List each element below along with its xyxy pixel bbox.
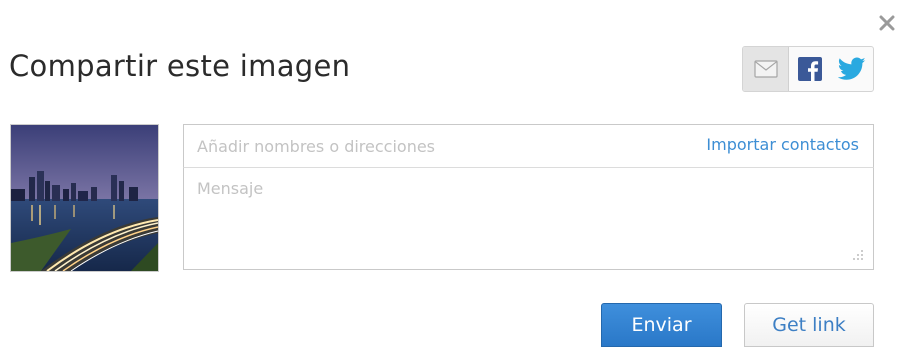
recipients-field: Importar contactos: [183, 124, 874, 168]
share-method-tabs: [742, 46, 874, 92]
dialog-title: Compartir este imagen: [9, 49, 351, 83]
envelope-icon: [753, 60, 778, 78]
close-icon[interactable]: [878, 14, 896, 32]
send-button[interactable]: Enviar: [601, 303, 722, 347]
resize-handle-icon[interactable]: [852, 249, 864, 261]
recipients-input[interactable]: [184, 125, 664, 167]
message-field: [183, 167, 874, 270]
share-dialog: Compartir este imagen Añadir nombres o d…: [0, 0, 899, 347]
get-link-button[interactable]: Get link: [744, 303, 874, 347]
twitter-bird-icon: [838, 57, 866, 80]
facebook-icon: [798, 57, 822, 81]
import-contacts-link[interactable]: Importar contactos: [706, 135, 859, 154]
tab-facebook[interactable]: [789, 47, 831, 91]
message-textarea[interactable]: [184, 168, 873, 269]
tab-email[interactable]: [743, 47, 789, 91]
tab-twitter[interactable]: [831, 47, 873, 91]
image-thumbnail: [10, 124, 159, 272]
